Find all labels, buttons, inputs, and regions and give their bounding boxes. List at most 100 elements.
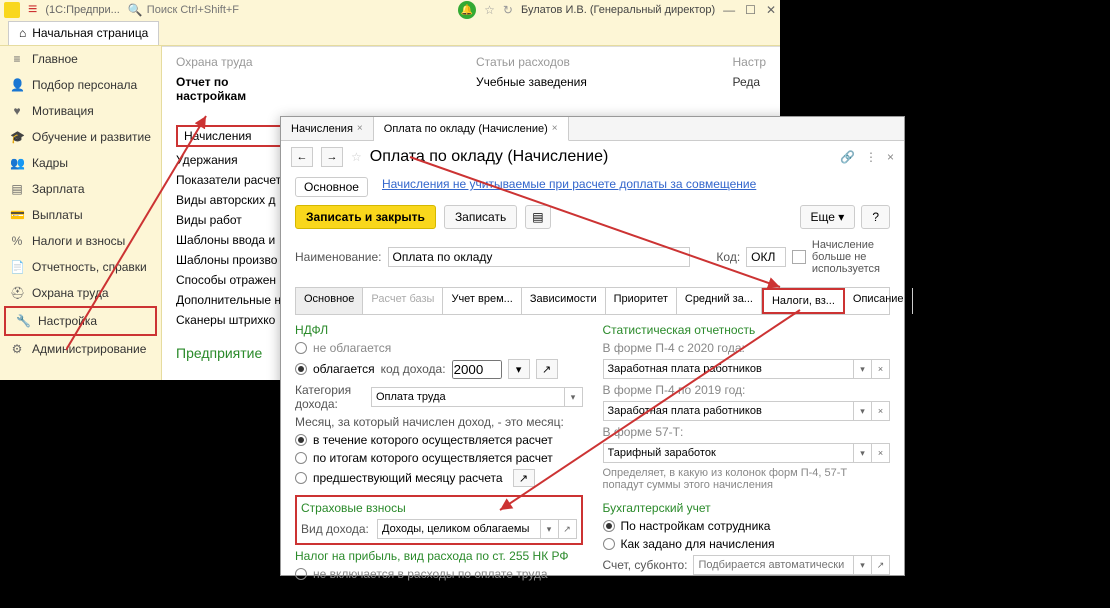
innertab-average[interactable]: Средний за...	[677, 288, 762, 314]
stat-p4-2019-input[interactable]	[603, 401, 855, 421]
panel-link[interactable]: Охрана труда	[176, 55, 286, 69]
radio-month-prev[interactable]	[295, 472, 307, 484]
sidebar-item-training[interactable]: 🎓Обучение и развитие	[0, 124, 161, 150]
history-icon[interactable]: ↻	[503, 3, 513, 17]
report-button[interactable]: ▤	[525, 205, 550, 229]
dialog-tab-active[interactable]: Оплата по окладу (Начисление)×	[374, 117, 569, 141]
save-button[interactable]: Записать	[444, 205, 517, 229]
income-type-input[interactable]	[377, 519, 541, 539]
clear-icon[interactable]: ×	[872, 401, 890, 421]
panel-link[interactable]: Отчет по настройкам	[176, 75, 286, 103]
clear-icon[interactable]: ×	[872, 359, 890, 379]
radio-taxed[interactable]	[295, 363, 307, 375]
radio-month-after[interactable]	[295, 452, 307, 464]
user-label[interactable]: Булатов И.В. (Генеральный директор)	[521, 4, 715, 16]
close-tab-icon[interactable]: ×	[552, 123, 558, 134]
subnav-main[interactable]: Основное	[295, 177, 368, 197]
link-icon[interactable]: 🔗	[840, 150, 855, 164]
innertab-desc[interactable]: Описание	[845, 288, 913, 314]
panel-link[interactable]: Виды авторских д	[176, 193, 286, 207]
panel-link[interactable]: Настр	[732, 55, 766, 69]
open-icon[interactable]: ↗	[872, 555, 890, 575]
sidebar-item-payments[interactable]: 💳Выплаты	[0, 202, 161, 228]
star-icon[interactable]: ☆	[484, 3, 495, 17]
dialog-header: ← → ☆ Оплата по окладу (Начисление) 🔗 ⋮ …	[281, 141, 904, 173]
innertab-main[interactable]: Основное	[296, 288, 363, 314]
chevron-down-icon[interactable]: ▾	[854, 555, 872, 575]
chevron-down-icon[interactable]: ▾	[541, 519, 559, 539]
open-icon[interactable]: ↗	[536, 359, 558, 379]
chevron-down-icon[interactable]: ▾	[854, 359, 872, 379]
income-code-input[interactable]	[452, 360, 502, 379]
panel-link[interactable]: Шаблоны произво	[176, 253, 286, 267]
panel-link[interactable]: Удержания	[176, 153, 286, 167]
panel-link[interactable]: Показатели расчет	[176, 173, 286, 187]
open-icon[interactable]: ↗	[513, 469, 535, 487]
link-accruals[interactable]: Начисления	[176, 125, 286, 147]
innertab-base[interactable]: Расчет базы	[363, 288, 443, 314]
open-icon[interactable]: ↗	[559, 519, 577, 539]
panel-link[interactable]: Реда	[732, 75, 766, 89]
home-tab[interactable]: ⌂ Начальная страница	[8, 21, 159, 45]
innertab-taxes[interactable]: Налоги, вз...	[762, 288, 845, 314]
more-icon[interactable]: ⋮	[865, 150, 877, 164]
help-button[interactable]: ?	[861, 205, 890, 229]
hamburger-icon[interactable]: ≡	[28, 1, 37, 19]
more-button[interactable]: Еще ▾	[800, 205, 856, 229]
back-button[interactable]: ←	[291, 147, 313, 167]
sidebar-item-taxes[interactable]: %Налоги и взносы	[0, 228, 161, 254]
sidebar-item-salary[interactable]: ▤Зарплата	[0, 176, 161, 202]
innertab-deps[interactable]: Зависимости	[522, 288, 606, 314]
panel-link[interactable]: Статьи расходов	[476, 55, 587, 69]
dialog-tab[interactable]: Начисления×	[281, 117, 374, 140]
sidebar-item-safety[interactable]: ⛑Охрана труда	[0, 280, 161, 306]
radio-month-during[interactable]	[295, 434, 307, 446]
innertab-time[interactable]: Учет врем...	[443, 288, 521, 314]
chevron-down-icon[interactable]: ▾	[854, 443, 872, 463]
radio-not-taxed[interactable]	[295, 342, 307, 354]
radio-acc-employee[interactable]	[603, 520, 615, 532]
stat-57t-input[interactable]	[603, 443, 855, 463]
innertab-priority[interactable]: Приоритет	[606, 288, 677, 314]
sidebar-item-settings[interactable]: 🔧Настройка	[4, 306, 157, 336]
account-input[interactable]	[693, 555, 854, 575]
panel-link[interactable]: Сканеры штрихко	[176, 313, 286, 327]
name-input[interactable]	[388, 247, 691, 267]
sidebar-item-motivation[interactable]: ♥Мотивация	[0, 98, 161, 124]
subnav-link[interactable]: Начисления не учитываемые при расчете до…	[382, 177, 756, 197]
chevron-down-icon[interactable]: ▾	[854, 401, 872, 421]
dropdown-icon[interactable]: ▾	[508, 359, 530, 379]
category-input[interactable]	[371, 387, 565, 407]
chevron-down-icon[interactable]: ▾	[565, 387, 583, 407]
clear-icon[interactable]: ×	[872, 443, 890, 463]
radio-profit-exclude[interactable]	[295, 568, 307, 580]
percent-icon: %	[10, 234, 24, 248]
save-close-button[interactable]: Записать и закрыть	[295, 205, 436, 229]
sidebar-item-main[interactable]: ≡Главное	[0, 46, 161, 72]
forward-button[interactable]: →	[321, 147, 343, 167]
panel-link[interactable]: Учебные заведения	[476, 75, 587, 89]
sidebar: ≡Главное 👤Подбор персонала ♥Мотивация 🎓О…	[0, 46, 162, 380]
panel-link[interactable]: Способы отражен	[176, 273, 286, 287]
sidebar-item-admin[interactable]: ⚙Администрирование	[0, 336, 161, 362]
category-label: Категория дохода:	[295, 383, 365, 411]
close-icon[interactable]: ×	[887, 150, 894, 164]
close-tab-icon[interactable]: ×	[357, 123, 363, 134]
stat-p4-2020-input[interactable]	[603, 359, 855, 379]
star-icon[interactable]: ☆	[351, 150, 362, 164]
unused-checkbox[interactable]	[792, 250, 806, 264]
sidebar-item-hr[interactable]: 👥Кадры	[0, 150, 161, 176]
panel-link[interactable]: Шаблоны ввода и	[176, 233, 286, 247]
global-search[interactable]: 🔍	[128, 3, 450, 17]
minimize-icon[interactable]: —	[723, 3, 735, 17]
sidebar-item-recruit[interactable]: 👤Подбор персонала	[0, 72, 161, 98]
close-icon[interactable]: ✕	[766, 3, 776, 17]
radio-acc-custom[interactable]	[603, 538, 615, 550]
maximize-icon[interactable]: ☐	[745, 3, 756, 17]
panel-link[interactable]: Дополнительные н	[176, 293, 286, 307]
search-input[interactable]	[147, 4, 287, 16]
sidebar-item-reports[interactable]: 📄Отчетность, справки	[0, 254, 161, 280]
bell-icon[interactable]: 🔔	[458, 1, 476, 19]
panel-link[interactable]: Виды работ	[176, 213, 286, 227]
code-input[interactable]	[746, 247, 786, 267]
